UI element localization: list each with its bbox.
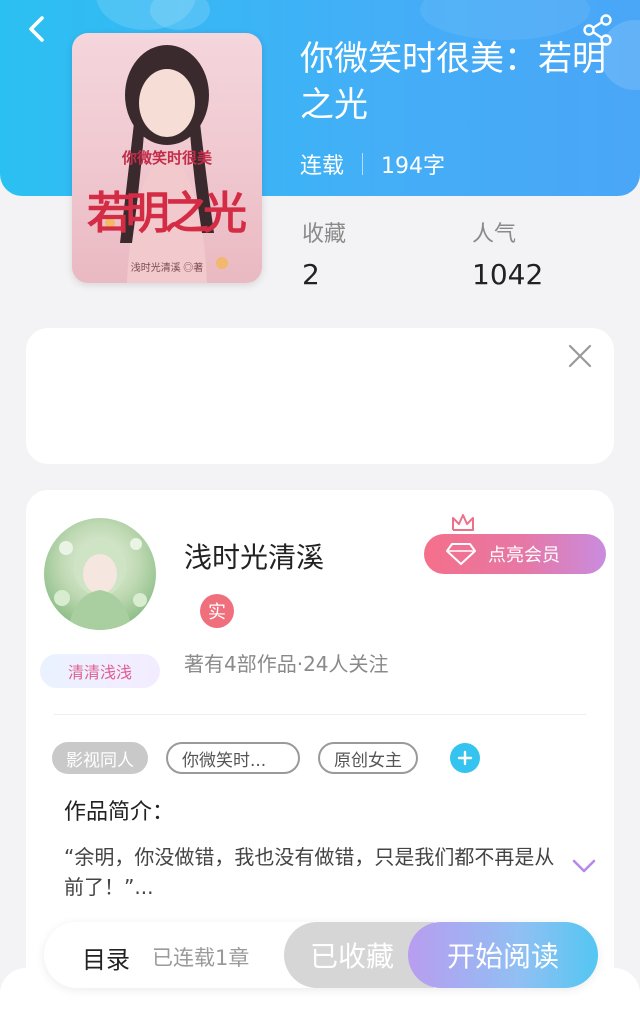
favorited-label: 已收藏 bbox=[309, 940, 394, 973]
favorites-label: 收藏 bbox=[302, 222, 347, 247]
tag-list: 影视同人 你微笑时... 原创女主 bbox=[52, 742, 480, 774]
back-icon bbox=[29, 16, 44, 42]
back-button[interactable] bbox=[22, 12, 56, 46]
avatar-illustration bbox=[54, 538, 147, 630]
word-count: 194字 bbox=[381, 154, 446, 179]
add-tag-button[interactable] bbox=[450, 743, 480, 773]
toc-button[interactable]: 目录 bbox=[82, 940, 130, 975]
cover-illustration: 你微笑时很美 若明之光 浅时光清溪 ◎著 bbox=[87, 45, 247, 283]
book-title: 你微笑时很美：若明之光 bbox=[300, 39, 606, 125]
vip-label: 点亮会员 bbox=[488, 545, 560, 566]
real-name-badge: 实 bbox=[200, 594, 234, 628]
cover-author-line: 浅时光清溪 ◎著 bbox=[131, 261, 204, 274]
chevron-down-icon bbox=[572, 859, 596, 873]
diamond-icon bbox=[446, 543, 476, 565]
tag-item[interactable]: 你微笑时... bbox=[166, 742, 300, 774]
author-nickname-badge: 清清浅浅 bbox=[40, 654, 160, 688]
bottom-action-bar: 目录 已连载1章 已收藏 开始阅读 bbox=[44, 922, 598, 988]
close-icon bbox=[568, 344, 592, 368]
popularity-label: 人气 bbox=[472, 222, 517, 247]
cover-top-title: 你微笑时很美 bbox=[121, 149, 213, 167]
vip-button[interactable]: 点亮会员 bbox=[424, 534, 606, 574]
popularity-count: 1042 bbox=[472, 258, 544, 291]
close-button[interactable] bbox=[566, 342, 594, 370]
author-avatar[interactable] bbox=[44, 518, 156, 630]
section-divider bbox=[54, 714, 586, 715]
crown-icon bbox=[452, 514, 474, 531]
author-name[interactable]: 浅时光清溪 bbox=[184, 536, 324, 576]
favorites-count: 2 bbox=[302, 258, 320, 291]
status-divider bbox=[362, 153, 364, 175]
author-stats: 著有4部作品·24人关注 bbox=[184, 652, 389, 676]
intro-text: “余明，你没做错，我也没有做错，只是我们都不再是从前了！”... bbox=[64, 845, 555, 899]
tag-item[interactable]: 原创女主 bbox=[318, 742, 418, 774]
start-reading-label: 开始阅读 bbox=[446, 940, 559, 973]
chapter-count: 已连载1章 bbox=[152, 946, 250, 970]
ad-card bbox=[26, 328, 614, 464]
start-reading-button[interactable]: 开始阅读 bbox=[408, 922, 598, 988]
expand-intro-button[interactable] bbox=[570, 856, 598, 876]
plus-icon bbox=[457, 750, 473, 766]
book-status-row: 连载 194字 bbox=[300, 148, 445, 180]
serial-status: 连载 bbox=[300, 154, 345, 179]
tag-item[interactable]: 影视同人 bbox=[52, 742, 148, 774]
intro-title: 作品简介： bbox=[64, 800, 175, 825]
cover-big-title: 若明之光 bbox=[87, 189, 247, 238]
book-cover[interactable]: 你微笑时很美 若明之光 浅时光清溪 ◎著 bbox=[72, 33, 262, 283]
